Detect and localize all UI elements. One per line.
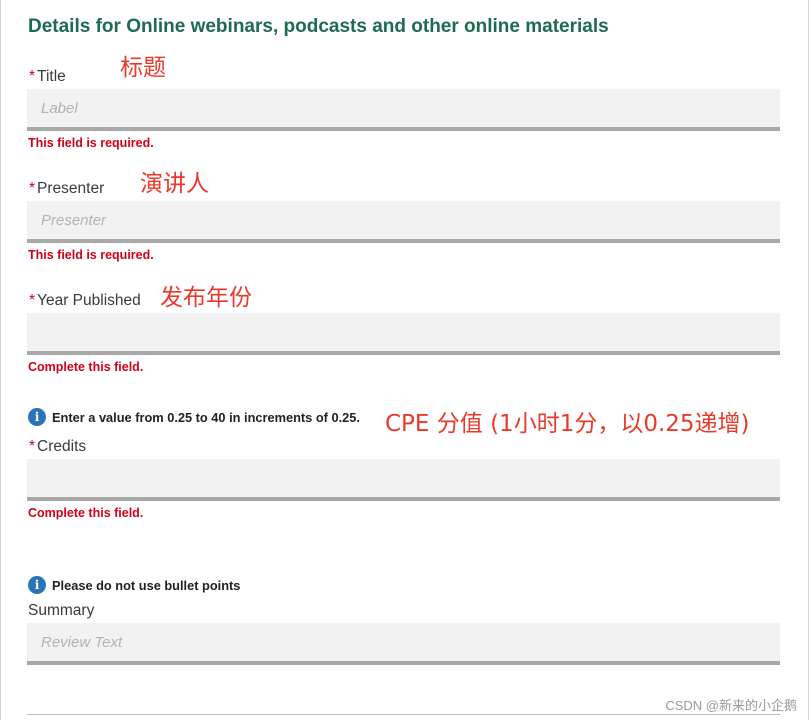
credits-label: * Credits	[29, 438, 86, 456]
presenter-label: * Presenter	[29, 180, 104, 198]
form-heading: Details for Online webinars, podcasts an…	[28, 16, 609, 37]
required-marker: *	[29, 292, 36, 309]
presenter-error: This field is required.	[28, 248, 154, 262]
info-icon: i	[28, 576, 46, 594]
title-label: * Title	[29, 68, 66, 86]
credits-error: Complete this field.	[28, 506, 144, 520]
summary-label: Summary	[28, 602, 95, 619]
credits-label-text: Credits	[37, 438, 87, 455]
required-marker: *	[29, 438, 36, 455]
annotation-title: 标题	[120, 55, 166, 81]
annotation-credits: CPE 分值 (1小时1分，以0.25递增)	[385, 411, 750, 437]
year-published-input[interactable]	[27, 313, 780, 355]
year-published-label: * Year Published	[29, 292, 141, 310]
annotation-presenter: 演讲人	[140, 171, 209, 197]
required-marker: *	[29, 68, 36, 85]
title-input[interactable]	[27, 89, 780, 131]
info-icon: i	[28, 408, 46, 426]
watermark: CSDN @新来的小企鹅	[665, 698, 797, 713]
summary-info-text: Please do not use bullet points	[52, 578, 241, 593]
presenter-input[interactable]	[27, 201, 780, 243]
credits-input[interactable]	[27, 459, 780, 501]
summary-input[interactable]	[27, 623, 780, 665]
year-published-label-text: Year Published	[37, 292, 141, 309]
annotation-year-published: 发布年份	[160, 285, 252, 311]
title-label-text: Title	[37, 68, 66, 85]
divider	[27, 714, 780, 715]
title-error: This field is required.	[28, 136, 154, 150]
credits-info-text: Enter a value from 0.25 to 40 in increme…	[52, 410, 360, 425]
year-published-error: Complete this field.	[28, 360, 144, 374]
presenter-label-text: Presenter	[37, 180, 105, 197]
required-marker: *	[29, 180, 36, 197]
